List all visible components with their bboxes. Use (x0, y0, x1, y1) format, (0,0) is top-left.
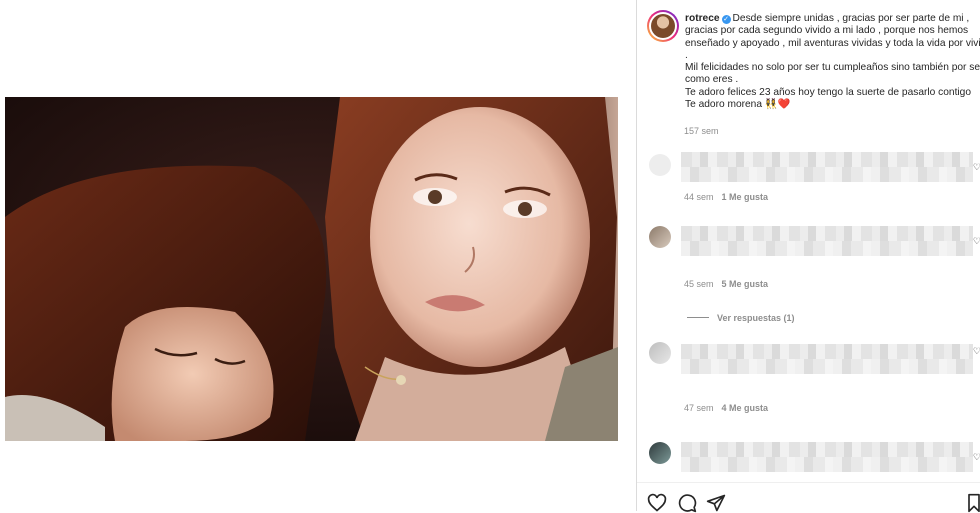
action-bar (637, 482, 980, 513)
blurred-comment-text (681, 442, 973, 472)
commenter-avatar[interactable] (649, 226, 671, 248)
post-age[interactable]: 157 sem (684, 126, 719, 136)
comment-meta: 45 sem 5 Me gusta (684, 279, 768, 289)
view-replies-label: Ver respuestas (1) (717, 313, 795, 323)
media-pane (0, 0, 635, 511)
view-replies-button[interactable]: Ver respuestas (1) (687, 313, 795, 323)
comment-age[interactable]: 47 sem (684, 403, 714, 413)
comment-likes[interactable]: 4 Me gusta (722, 403, 769, 413)
paper-plane-icon[interactable] (706, 493, 726, 513)
comment-bubble-icon[interactable] (677, 493, 697, 513)
commenter-avatar[interactable] (649, 154, 671, 176)
comment-likes[interactable]: 5 Me gusta (722, 279, 769, 289)
comment-likes[interactable]: 1 Me gusta (722, 192, 769, 202)
commenter-avatar[interactable] (649, 442, 671, 464)
comment-heart-icon[interactable]: ♡ (973, 162, 980, 173)
verified-badge-icon: ✓ (721, 15, 731, 24)
comment-meta: 44 sem 1 Me gusta (684, 192, 768, 202)
author-username[interactable]: rotrece (685, 13, 720, 24)
post-side-pane: rotrece ✓ Desde siempre unidas , gracias p… (636, 0, 980, 513)
caption-body: Desde siempre unidas , gracias por ser p… (685, 13, 980, 111)
author-avatar[interactable] (647, 10, 679, 42)
comment-age[interactable]: 44 sem (684, 192, 714, 202)
comment-age[interactable]: 45 sem (684, 279, 714, 289)
comment-heart-icon[interactable]: ♡ (973, 236, 980, 247)
blurred-comment-text (681, 344, 973, 374)
photo-illustration (5, 97, 618, 441)
commenter-avatar[interactable] (649, 342, 671, 364)
heart-icon[interactable] (647, 493, 667, 513)
comment-meta: 47 sem 4 Me gusta (684, 403, 768, 413)
bookmark-icon[interactable] (967, 493, 980, 513)
post-photo[interactable] (5, 97, 618, 441)
blurred-comment-text (681, 226, 973, 256)
caption-text: rotrece ✓ Desde siempre unidas , gracias p… (685, 13, 980, 111)
blurred-comment-text (681, 152, 973, 182)
comment-heart-icon[interactable]: ♡ (973, 346, 980, 357)
comment-heart-icon[interactable]: ♡ (973, 452, 980, 463)
